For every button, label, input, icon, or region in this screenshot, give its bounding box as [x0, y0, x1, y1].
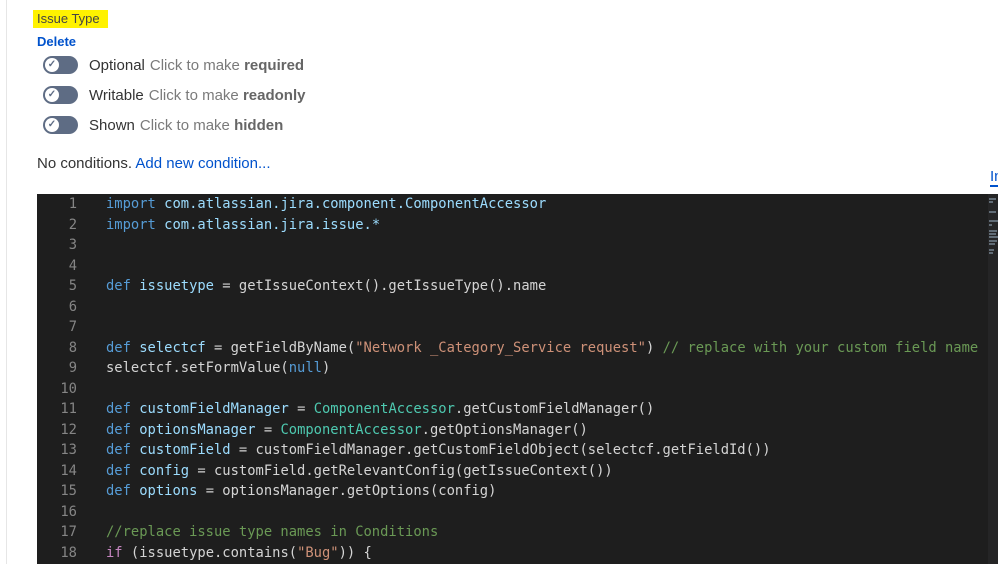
- minimap-line: [989, 223, 993, 226]
- line-number: 2: [68, 216, 77, 233]
- toggle-hint[interactable]: Click to make required: [150, 57, 304, 74]
- code-line: 8 def selectcf = getFieldByName("Network …: [37, 338, 979, 359]
- line-number: 11: [60, 401, 77, 417]
- toggle-state: Optional: [89, 56, 145, 74]
- minimap-line: [989, 230, 998, 232]
- code-text: //replace issue type names in Conditions: [106, 524, 439, 540]
- optional-toggle[interactable]: ✓: [43, 56, 78, 74]
- minimap[interactable]: [988, 194, 998, 564]
- code-line: 18 if (issuetype.contains("Bug")) {: [37, 543, 371, 564]
- minimap-line: [989, 220, 998, 223]
- code-text: import com.atlassian.jira.component.Comp…: [106, 196, 547, 212]
- code-line: 14 def config = customField.getRelevantCo…: [37, 461, 612, 482]
- line-number: 5: [68, 278, 77, 294]
- writable-toggle[interactable]: ✓: [43, 86, 78, 104]
- line-number: 16: [60, 503, 77, 520]
- minimap-line: [989, 236, 998, 239]
- code-line: 12 def optionsManager = ComponentAccessor…: [37, 420, 587, 441]
- shown-toggle[interactable]: ✓: [43, 116, 78, 134]
- toggle-hint[interactable]: Click to make hidden: [140, 117, 283, 134]
- conditions: No conditions. Add new condition...: [37, 155, 271, 172]
- line-number: 3: [68, 237, 77, 253]
- code-line: 16: [37, 502, 77, 523]
- conditions-text: No conditions.: [37, 155, 133, 172]
- panel-border: [6, 0, 7, 564]
- code-line: 4: [37, 256, 77, 277]
- code-text: selectcf.setFormValue(null): [106, 360, 331, 376]
- field-title: Issue Type: [33, 10, 108, 28]
- code-text: def issuetype = getIssueContext().getIss…: [106, 278, 547, 294]
- minimap-line: [989, 242, 995, 245]
- line-number: 14: [60, 462, 77, 479]
- toggle-row-writable: ✓ Writable Click to make readonly: [43, 86, 305, 104]
- add-condition-link[interactable]: Add new condition...: [135, 155, 270, 172]
- side-tab[interactable]: In: [990, 168, 998, 187]
- code-text: def options = optionsManager.getOptions(…: [106, 483, 497, 499]
- minimap-line: [989, 239, 997, 242]
- code-line: 9 selectcf.setFormValue(null): [37, 358, 331, 379]
- line-number: 9: [68, 360, 77, 376]
- minimap-line: [989, 198, 996, 200]
- code-line: 7: [37, 317, 77, 338]
- code-text: import com.atlassian.jira.issue.*: [106, 216, 381, 233]
- code-text: def customFieldManager = ComponentAccess…: [106, 401, 655, 417]
- code-line: 2 import com.atlassian.jira.issue.*: [37, 215, 380, 236]
- minimap-line: [989, 252, 993, 255]
- minimap-line: [989, 249, 994, 252]
- check-icon: ✓: [45, 58, 59, 72]
- minimap-line: [989, 201, 994, 204]
- code-line: 13 def customField = customFieldManager.g…: [37, 440, 770, 461]
- line-number: 15: [60, 483, 77, 499]
- code-text: def config = customField.getRelevantConf…: [106, 462, 613, 479]
- code-text: def optionsManager = ComponentAccessor.g…: [106, 421, 588, 438]
- line-number: 10: [60, 380, 77, 397]
- code-line: 5 def issuetype = getIssueContext().getIs…: [37, 276, 547, 297]
- code-line: 3: [37, 235, 77, 256]
- code-line: 15 def options = optionsManager.getOption…: [37, 481, 496, 502]
- line-number: 4: [68, 257, 77, 274]
- toggle-state: Writable: [89, 86, 144, 104]
- check-icon: ✓: [45, 88, 59, 102]
- code-text: def customField = customFieldManager.get…: [106, 442, 771, 458]
- line-number: 6: [68, 298, 77, 315]
- minimap-line: [989, 210, 996, 213]
- code-line: 6: [37, 297, 77, 318]
- line-number: 17: [60, 524, 77, 540]
- line-number: 12: [60, 421, 77, 438]
- line-number: 18: [60, 544, 77, 561]
- toggle-state: Shown: [89, 116, 135, 134]
- minimap-line: [989, 233, 997, 236]
- code-line: 1 import com.atlassian.jira.component.Com…: [37, 194, 547, 215]
- code-text: def selectcf = getFieldByName("Network _…: [106, 339, 979, 356]
- code-text: if (issuetype.contains("Bug")) {: [106, 544, 372, 561]
- toggle-row-shown: ✓ Shown Click to make hidden: [43, 116, 283, 134]
- line-number: 7: [68, 319, 77, 335]
- check-icon: ✓: [45, 118, 59, 132]
- code-editor[interactable]: 1 import com.atlassian.jira.component.Com…: [37, 194, 998, 564]
- code-line: 10: [37, 379, 77, 400]
- line-number: 1: [68, 196, 77, 212]
- line-number: 8: [68, 339, 77, 356]
- toggle-row-optional: ✓ Optional Click to make required: [43, 56, 304, 74]
- toggle-hint[interactable]: Click to make readonly: [149, 87, 306, 104]
- delete-link[interactable]: Delete: [37, 34, 76, 49]
- code-line: 11 def customFieldManager = ComponentAcce…: [37, 399, 654, 420]
- code-line: 17 //replace issue type names in Conditio…: [37, 522, 438, 543]
- line-number: 13: [60, 442, 77, 458]
